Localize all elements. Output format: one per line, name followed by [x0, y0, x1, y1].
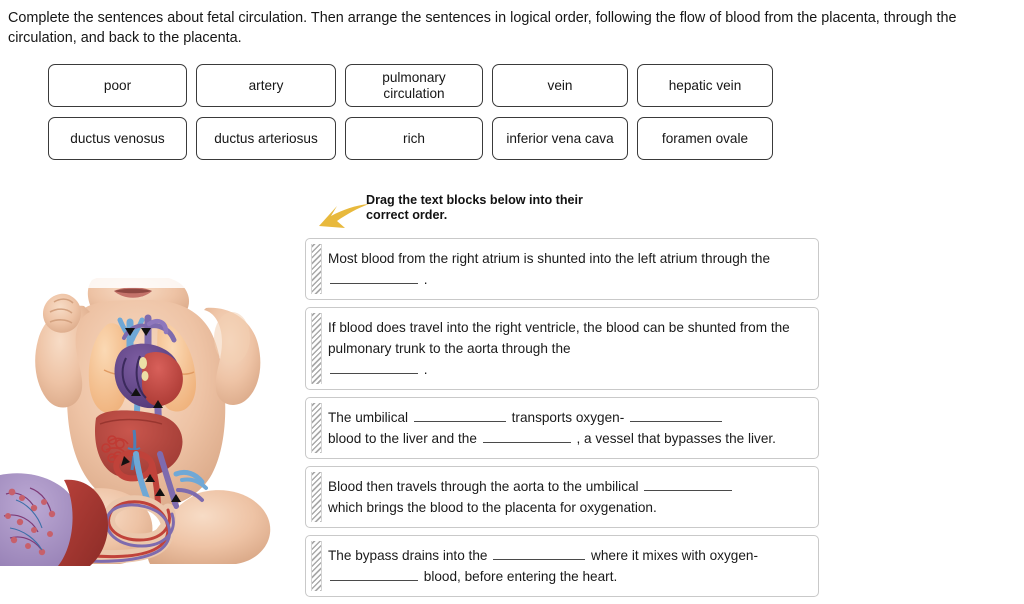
sentence-block-list: Most blood from the right atrium is shun… — [305, 238, 819, 604]
block-text-part: blood, before entering the heart. — [423, 569, 618, 584]
word-chip-label: vein — [547, 77, 573, 93]
word-chip-pulmonary-circulation[interactable]: pulmonary circulation — [345, 64, 483, 107]
sentence-block-1[interactable]: Most blood from the right atrium is shun… — [305, 238, 819, 300]
word-chip-label: ductus venosus — [70, 130, 165, 146]
word-chip-label: rich — [403, 130, 425, 146]
sentence-block-3[interactable]: The umbilical transports oxygen- blood t… — [305, 397, 819, 459]
answer-blank[interactable] — [493, 546, 586, 560]
word-chip-inferior-vena-cava[interactable]: inferior vena cava — [492, 117, 628, 160]
word-chip-label: hepatic vein — [668, 77, 742, 93]
block-text-part: where it mixes with oxygen- — [591, 548, 758, 563]
page-instruction-text: Complete the sentences about fetal circu… — [8, 10, 957, 46]
answer-blank[interactable] — [630, 408, 723, 422]
block-text-part: blood to the liver and the — [328, 431, 477, 446]
fetal-circulation-illustration — [0, 278, 290, 566]
curved-arrow-icon — [319, 204, 369, 228]
block-text-part: , a vessel that bypasses the liver. — [576, 431, 776, 446]
drag-handle-icon[interactable] — [311, 244, 322, 294]
answer-blank[interactable] — [644, 477, 733, 491]
word-chip-rich[interactable]: rich — [345, 117, 483, 160]
drag-handle-icon[interactable] — [311, 472, 322, 522]
block-text-part: Most blood from the right atrium is shun… — [328, 251, 771, 266]
answer-blank[interactable] — [330, 360, 418, 374]
word-chip-ductus-venosus[interactable]: ductus venosus — [48, 117, 187, 160]
answer-blank[interactable] — [330, 567, 418, 581]
answer-blank[interactable] — [482, 429, 571, 443]
block-text-part: Blood then travels through the aorta to … — [328, 479, 639, 494]
word-chip-poor[interactable]: poor — [48, 64, 187, 107]
answer-blank[interactable] — [413, 408, 506, 422]
foramen-ovale — [139, 357, 147, 369]
word-chip-hepatic-vein[interactable]: hepatic vein — [637, 64, 773, 107]
block-text-part: . — [423, 362, 428, 377]
word-chip-vein[interactable]: vein — [492, 64, 628, 107]
word-chip-foramen-ovale[interactable]: foramen ovale — [637, 117, 773, 160]
block-text-part: . — [423, 272, 428, 287]
word-bank: poor artery pulmonary circulation vein h… — [48, 64, 788, 170]
block-text-part: If blood does travel into the right vent… — [328, 320, 790, 356]
block-text-part: transports oxygen- — [511, 410, 625, 425]
word-chip-ductus-arteriosus[interactable]: ductus arteriosus — [196, 117, 336, 160]
sentence-block-2[interactable]: If blood does travel into the right vent… — [305, 307, 819, 390]
drag-instruction: Drag the text blocks below into their co… — [318, 193, 618, 233]
word-bank-row-2: ductus venosus ductus arteriosus rich in… — [48, 117, 788, 160]
word-chip-label: artery — [248, 77, 284, 93]
fetal-circulation-svg — [0, 278, 290, 566]
block-text-part: which brings the blood to the placenta f… — [328, 500, 657, 515]
word-chip-label: poor — [103, 77, 132, 93]
word-chip-label: pulmonary circulation — [382, 69, 446, 101]
answer-blank[interactable] — [330, 270, 418, 284]
sentence-block-5[interactable]: The bypass drains into the where it mixe… — [305, 535, 819, 597]
drag-handle-icon[interactable] — [311, 313, 322, 384]
drag-instruction-label: Drag the text blocks below into their co… — [366, 193, 583, 222]
block-text-part: The umbilical — [328, 410, 409, 425]
word-chip-label: ductus arteriosus — [214, 130, 318, 146]
word-chip-label: foramen ovale — [661, 130, 749, 146]
word-chip-artery[interactable]: artery — [196, 64, 336, 107]
word-chip-label: inferior vena cava — [506, 130, 614, 146]
block-text-part: The bypass drains into the — [328, 548, 488, 563]
sentence-block-4[interactable]: Blood then travels through the aorta to … — [305, 466, 819, 528]
drag-handle-icon[interactable] — [311, 541, 322, 591]
drag-handle-icon[interactable] — [311, 403, 322, 453]
word-bank-row-1: poor artery pulmonary circulation vein h… — [48, 64, 788, 107]
